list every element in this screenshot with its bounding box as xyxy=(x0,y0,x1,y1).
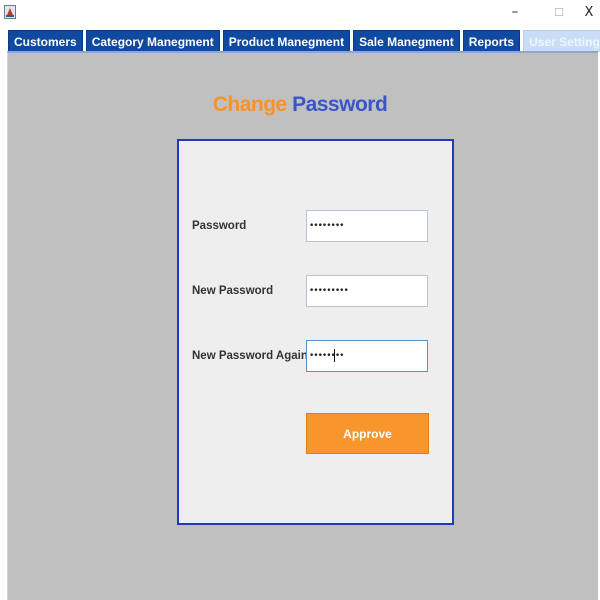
tab-customers[interactable]: Customers xyxy=(8,30,83,52)
password-label: Password xyxy=(192,220,247,232)
title-word-change: Change xyxy=(212,93,288,116)
password-field[interactable] xyxy=(306,210,428,242)
new-password-label: New Password xyxy=(192,285,274,297)
new-password-again-field[interactable] xyxy=(306,340,428,372)
maximize-button[interactable]: ☐ xyxy=(544,0,574,24)
change-password-card xyxy=(177,139,454,525)
tab-category-management[interactable]: Category Manegment xyxy=(85,30,220,52)
approve-button[interactable]: Approve xyxy=(306,413,429,454)
new-password-again-label: New Password Again xyxy=(192,350,308,362)
tab-sale-management[interactable]: Sale Manegment xyxy=(353,30,460,52)
close-button[interactable]: X xyxy=(574,0,600,24)
new-password-field[interactable] xyxy=(306,275,428,307)
title-word-password: Password xyxy=(292,93,388,116)
window-titlebar: – ☐ X xyxy=(0,0,600,26)
tab-list: Customers Category Manegment Product Man… xyxy=(8,30,600,52)
page-title: Change Password xyxy=(0,93,600,117)
tab-user-settings[interactable]: User Settings xyxy=(523,30,600,52)
java-app-icon xyxy=(4,5,16,19)
minimize-button[interactable]: – xyxy=(500,0,530,24)
tab-product-management[interactable]: Product Manegment xyxy=(222,30,351,52)
tab-strip: Customers Category Manegment Product Man… xyxy=(0,27,600,52)
tab-reports[interactable]: Reports xyxy=(462,30,521,52)
text-caret xyxy=(334,349,335,362)
